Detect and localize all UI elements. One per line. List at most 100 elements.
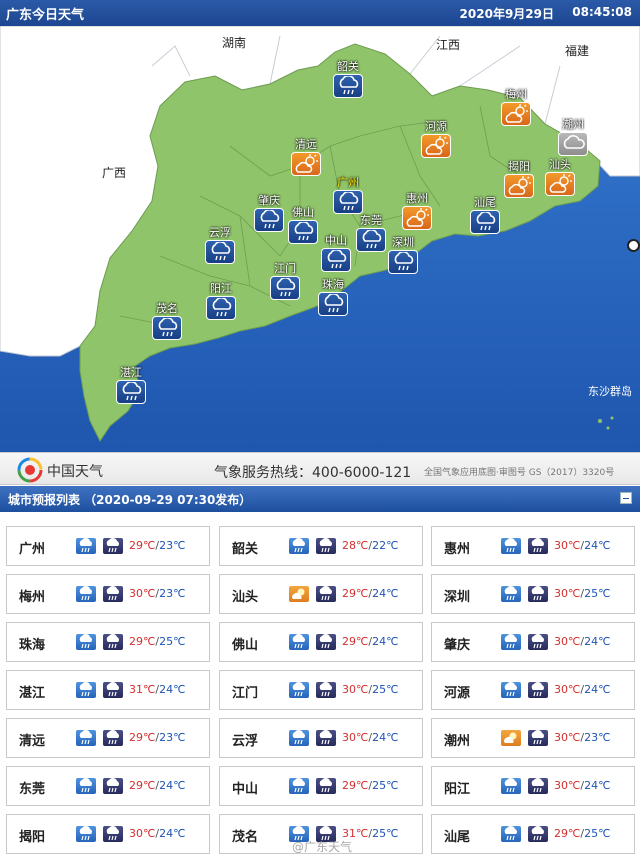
day-rain-icon	[289, 682, 309, 698]
night-rain-icon	[103, 730, 123, 746]
city-forecast-card[interactable]: 潮州 30℃/23℃	[431, 718, 635, 758]
temp-high: 31℃	[129, 683, 156, 696]
city-name: 云浮	[232, 734, 259, 749]
map-city-marker[interactable]: 汕头	[543, 158, 577, 196]
city-forecast-card[interactable]: 云浮 30℃/24℃	[219, 718, 423, 758]
night-rain-icon	[528, 826, 548, 842]
city-forecast-card[interactable]: 湛江 31℃/24℃	[6, 670, 210, 710]
day-sun-cloud-icon	[289, 586, 309, 602]
city-name: 珠海	[19, 638, 46, 653]
day-rain-icon	[501, 778, 521, 794]
city-forecast-card[interactable]: 广州 29℃/23℃	[6, 526, 210, 566]
rain-icon	[270, 276, 300, 300]
city-name: 江门	[232, 686, 259, 701]
night-rain-icon	[528, 682, 548, 698]
map-city-name: 东莞	[360, 214, 382, 227]
zoom-icon[interactable]	[627, 239, 640, 252]
map-city-marker[interactable]: 潮州	[556, 118, 590, 156]
map-city-marker[interactable]: 广州	[331, 176, 365, 214]
map-city-marker[interactable]: 江门	[268, 262, 302, 300]
city-forecast-card[interactable]: 汕尾 29℃/25℃	[431, 814, 635, 854]
map-city-name: 惠州	[406, 192, 428, 205]
temp-low: 23℃	[159, 587, 186, 600]
guangdong-weather-map[interactable]: 湖南 江西 福建 广西 韶关 梅州 潮州 河源 清远 广州 揭阳 汕头 惠州 肇庆 佛山 汕尾 云浮 东莞…	[0, 26, 640, 452]
day-rain-icon	[289, 730, 309, 746]
temp-high: 28℃	[342, 539, 369, 552]
city-forecast-card[interactable]: 肇庆 30℃/24℃	[431, 622, 635, 662]
map-city-marker[interactable]: 惠州	[400, 192, 434, 230]
city-forecast-card[interactable]: 河源 30℃/24℃	[431, 670, 635, 710]
city-forecast-card[interactable]: 汕头 29℃/24℃	[219, 574, 423, 614]
city-forecast-card[interactable]: 佛山 29℃/24℃	[219, 622, 423, 662]
temperature-range: 31℃/24℃	[129, 683, 185, 696]
temp-high: 29℃	[129, 779, 156, 792]
map-city-marker[interactable]: 东莞	[354, 214, 388, 252]
city-forecast-card[interactable]: 深圳 30℃/25℃	[431, 574, 635, 614]
temperature-range: 30℃/23℃	[554, 731, 610, 744]
rain-icon	[254, 208, 284, 232]
city-forecast-card[interactable]: 阳江 30℃/24℃	[431, 766, 635, 806]
temp-low: 25℃	[584, 827, 611, 840]
city-name: 汕尾	[444, 830, 471, 845]
day-rain-icon	[289, 538, 309, 554]
temp-high: 29℃	[342, 635, 369, 648]
day-rain-icon	[289, 634, 309, 650]
rain-icon	[152, 316, 182, 340]
temperature-range: 29℃/23℃	[129, 731, 185, 744]
map-city-marker[interactable]: 云浮	[203, 226, 237, 264]
map-city-marker[interactable]: 韶关	[331, 60, 365, 98]
map-city-name: 中山	[325, 234, 347, 247]
map-city-marker[interactable]: 清远	[289, 138, 323, 176]
map-city-marker[interactable]: 珠海	[316, 278, 350, 316]
map-city-marker[interactable]: 肇庆	[252, 194, 286, 232]
map-city-marker[interactable]: 深圳	[386, 236, 420, 274]
day-rain-icon	[76, 730, 96, 746]
map-city-marker[interactable]: 中山	[319, 234, 353, 272]
temperature-range: 30℃/24℃	[129, 827, 185, 840]
temp-low: 24℃	[372, 731, 399, 744]
temp-low: 23℃	[159, 731, 186, 744]
temperature-range: 30℃/24℃	[554, 779, 610, 792]
city-forecast-card[interactable]: 东莞 29℃/24℃	[6, 766, 210, 806]
map-city-marker[interactable]: 阳江	[204, 282, 238, 320]
sun-cloud-icon	[421, 134, 451, 158]
temperature-range: 29℃/25℃	[342, 779, 398, 792]
city-forecast-card[interactable]: 揭阳 30℃/24℃	[6, 814, 210, 854]
map-city-marker[interactable]: 佛山	[286, 206, 320, 244]
day-rain-icon	[76, 634, 96, 650]
night-rain-icon	[316, 586, 336, 602]
city-forecast-card[interactable]: 韶关 28℃/22℃	[219, 526, 423, 566]
map-city-marker[interactable]: 湛江	[114, 366, 148, 404]
night-rain-icon	[103, 682, 123, 698]
city-name: 茂名	[232, 830, 259, 845]
map-city-marker[interactable]: 茂名	[150, 302, 184, 340]
watermark: @广东天气	[292, 840, 353, 854]
map-city-marker[interactable]: 汕尾	[468, 196, 502, 234]
cloudy-icon	[558, 132, 588, 156]
day-rain-icon	[76, 826, 96, 842]
region-label-guangxi: 广西	[102, 166, 127, 180]
city-name: 梅州	[19, 590, 46, 605]
sun-cloud-icon	[504, 174, 534, 198]
temp-high: 30℃	[554, 779, 581, 792]
time-label: 08:45:08	[572, 5, 632, 19]
map-city-marker[interactable]: 揭阳	[502, 160, 536, 198]
map-city-marker[interactable]: 梅州	[499, 88, 533, 126]
temp-low: 24℃	[159, 683, 186, 696]
city-forecast-card[interactable]: 珠海 29℃/25℃	[6, 622, 210, 662]
city-name: 阳江	[444, 782, 471, 797]
temp-low: 25℃	[372, 827, 399, 840]
city-forecast-card[interactable]: 惠州 30℃/24℃	[431, 526, 635, 566]
city-forecast-card[interactable]: 江门 30℃/25℃	[219, 670, 423, 710]
city-forecast-card[interactable]: 中山 29℃/25℃	[219, 766, 423, 806]
temp-high: 30℃	[129, 587, 156, 600]
map-city-name: 揭阳	[508, 160, 530, 173]
date-label: 2020年9月29日	[459, 7, 554, 21]
day-rain-icon	[501, 538, 521, 554]
city-name: 惠州	[444, 542, 471, 557]
temp-low: 23℃	[159, 539, 186, 552]
map-city-marker[interactable]: 河源	[419, 120, 453, 158]
city-forecast-card[interactable]: 清远 29℃/23℃	[6, 718, 210, 758]
city-forecast-card[interactable]: 梅州 30℃/23℃	[6, 574, 210, 614]
collapse-icon[interactable]	[620, 492, 632, 504]
